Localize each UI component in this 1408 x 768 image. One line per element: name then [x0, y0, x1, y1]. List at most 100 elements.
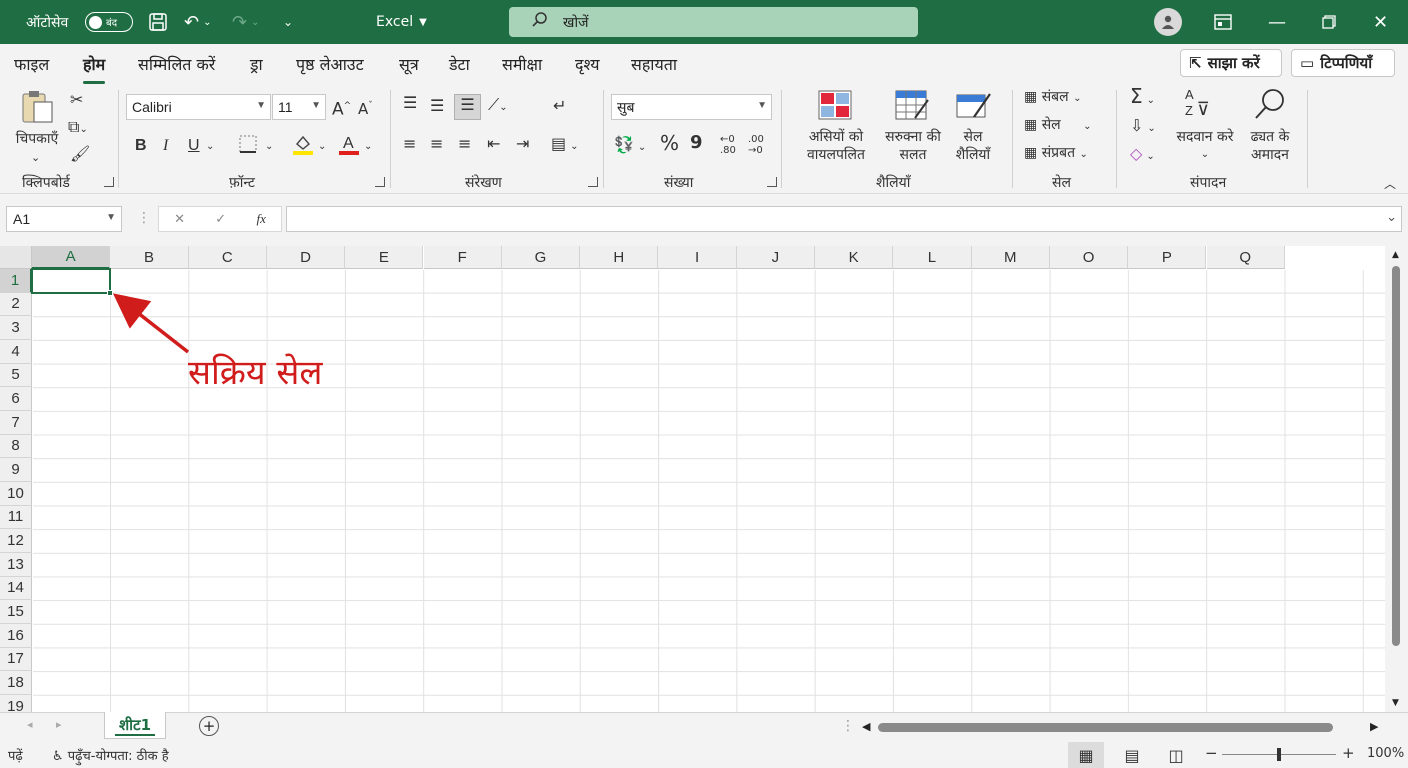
comma-style-button[interactable]: 9 — [690, 133, 703, 153]
row-header-13[interactable]: 13 — [0, 552, 32, 577]
tab-help[interactable]: सहायता — [631, 53, 677, 75]
conditional-formatting-icon[interactable] — [818, 90, 852, 125]
collapse-ribbon-icon[interactable]: ︿ — [1384, 174, 1396, 194]
percent-button[interactable]: % — [660, 133, 679, 153]
row-header-14[interactable]: 14 — [0, 576, 32, 601]
tab-home[interactable]: होम — [83, 53, 106, 84]
column-header-l[interactable]: L — [893, 246, 972, 269]
row-header-19[interactable]: 19 — [0, 694, 32, 712]
paste-icon[interactable] — [20, 90, 56, 129]
underline-button[interactable]: U — [188, 136, 200, 156]
row-header-12[interactable]: 12 — [0, 529, 32, 553]
tab-page-layout[interactable]: पृष्ठ लेआउट — [296, 53, 364, 75]
accessibility-status[interactable]: ♿ पढ़ुँच-योग्पता: ठीक है — [52, 746, 169, 764]
active-cell[interactable] — [31, 268, 111, 294]
scroll-right-icon[interactable]: ▶ — [1370, 720, 1378, 733]
currency-icon[interactable]: 💱 ⌄ — [614, 135, 646, 158]
tab-insert[interactable]: सम्मिलित करें — [138, 53, 215, 75]
underline-dropdown-icon[interactable]: ⌄ — [206, 137, 214, 157]
formula-input[interactable]: ⌄ — [286, 206, 1402, 232]
row-header-11[interactable]: 11 — [0, 505, 32, 530]
row-header-9[interactable]: 9 — [0, 458, 32, 482]
fill-handle[interactable] — [107, 290, 113, 296]
row-header-2[interactable]: 2 — [0, 292, 32, 317]
column-header-o[interactable]: O — [1049, 246, 1129, 269]
tab-draw[interactable]: ड्रा — [250, 53, 263, 75]
format-painter-icon[interactable]: 🖌 — [70, 144, 90, 164]
cancel-icon[interactable]: ✕ — [174, 212, 185, 227]
row-header-7[interactable]: 7 — [0, 410, 32, 435]
row-header-6[interactable]: 6 — [0, 387, 32, 411]
column-header-b[interactable]: B — [110, 246, 189, 269]
add-sheet-icon[interactable]: + — [199, 716, 219, 736]
conditional-formatting-button[interactable]: असियों को वायलपलित — [793, 128, 879, 164]
redo-icon[interactable]: ↷ ⌄ — [232, 0, 259, 44]
merge-center-icon[interactable]: ▤ ⌄ — [551, 134, 579, 157]
row-header-10[interactable]: 10 — [0, 481, 32, 506]
row-header-8[interactable]: 8 — [0, 434, 32, 459]
minimize-icon[interactable]: — — [1268, 0, 1286, 44]
column-header-h[interactable]: H — [580, 246, 659, 269]
paste-dropdown-icon[interactable]: ⌄ — [31, 148, 40, 168]
sort-filter-button[interactable]: सदवान करे ⌄ — [1170, 128, 1240, 164]
bold-button[interactable]: B — [135, 136, 147, 156]
horizontal-scroll-thumb[interactable] — [878, 723, 1333, 732]
column-header-m[interactable]: M — [971, 246, 1050, 269]
scroll-up-icon[interactable]: ▲ — [1392, 250, 1399, 260]
orientation-icon[interactable]: ⟋⌄ — [488, 95, 508, 118]
font-color-dropdown-icon[interactable]: ⌄ — [364, 137, 372, 157]
column-header-a[interactable]: A — [32, 246, 111, 269]
vertical-scrollbar[interactable]: ▲ ▼ — [1385, 246, 1408, 712]
column-header-j[interactable]: J — [736, 246, 815, 269]
column-header-c[interactable]: C — [188, 246, 267, 269]
decrease-font-icon[interactable]: Aˇ — [358, 96, 373, 119]
row-header-18[interactable]: 18 — [0, 671, 32, 695]
number-launcher-icon[interactable] — [767, 177, 777, 187]
find-select-button[interactable]: ढ्यत के अमादन — [1240, 128, 1300, 164]
page-layout-view-icon[interactable]: ▤ — [1114, 742, 1150, 768]
name-box[interactable]: A1 ▼ — [6, 206, 122, 232]
font-color-icon[interactable]: A — [338, 132, 360, 161]
borders-icon[interactable] — [238, 134, 258, 159]
row-header-17[interactable]: 17 — [0, 647, 32, 672]
horizontal-scrollbar[interactable]: ◀ ▶ — [860, 718, 1385, 736]
fill-icon[interactable]: ⇩ ⌄ — [1130, 116, 1156, 139]
tab-review[interactable]: समीक्षा — [502, 53, 542, 75]
column-header-i[interactable]: I — [658, 246, 737, 269]
row-header-5[interactable]: 5 — [0, 363, 32, 388]
cell-styles-button[interactable]: सेल शैलियाँ — [944, 128, 1002, 164]
increase-indent-icon[interactable]: ⇥ — [516, 134, 529, 154]
zoom-in-icon[interactable]: + — [1342, 744, 1355, 762]
share-button[interactable]: ⇱ साझा करें — [1180, 49, 1282, 77]
customize-toolbar-icon[interactable]: ⌄ — [283, 0, 293, 44]
column-header-p[interactable]: P — [1128, 246, 1207, 269]
undo-icon[interactable]: ↶ ⌄ — [184, 0, 211, 44]
vertical-scroll-thumb[interactable] — [1392, 266, 1400, 646]
font-launcher-icon[interactable] — [375, 177, 385, 187]
account-avatar-icon[interactable] — [1154, 8, 1182, 36]
sheet-next-icon[interactable]: ▸ — [56, 718, 62, 731]
number-format-select[interactable]: सुब ▼ — [611, 94, 772, 120]
decrease-indent-icon[interactable]: ⇤ — [487, 134, 500, 154]
font-name-select[interactable]: Calibri ▼ — [126, 94, 271, 120]
wrap-text-icon[interactable]: ↵ — [553, 96, 566, 116]
delete-cells-button[interactable]: ▦ सेल ⌄ — [1024, 116, 1092, 136]
expand-formula-icon[interactable]: ⌄ — [1386, 210, 1397, 225]
row-header-3[interactable]: 3 — [0, 316, 32, 340]
autosave-toggle[interactable]: बंद — [85, 12, 133, 32]
cell-styles-icon[interactable] — [956, 90, 992, 125]
column-header-f[interactable]: F — [423, 246, 502, 269]
align-top-icon[interactable]: ☰ — [403, 93, 417, 113]
alignment-launcher-icon[interactable] — [588, 177, 598, 187]
save-icon[interactable] — [148, 0, 168, 44]
row-header-16[interactable]: 16 — [0, 623, 32, 648]
column-header-e[interactable]: E — [345, 246, 424, 269]
format-as-table-button[interactable]: सरुक्ना की सलत — [878, 128, 948, 164]
tab-formulas[interactable]: सूत्र — [399, 53, 419, 75]
align-center-icon[interactable]: ≡ — [430, 134, 443, 154]
find-select-icon[interactable] — [1253, 88, 1287, 125]
column-header-q[interactable]: Q — [1206, 246, 1285, 269]
column-header-d[interactable]: D — [266, 246, 346, 269]
restore-icon[interactable] — [1322, 0, 1336, 44]
fill-color-icon[interactable] — [292, 132, 314, 161]
